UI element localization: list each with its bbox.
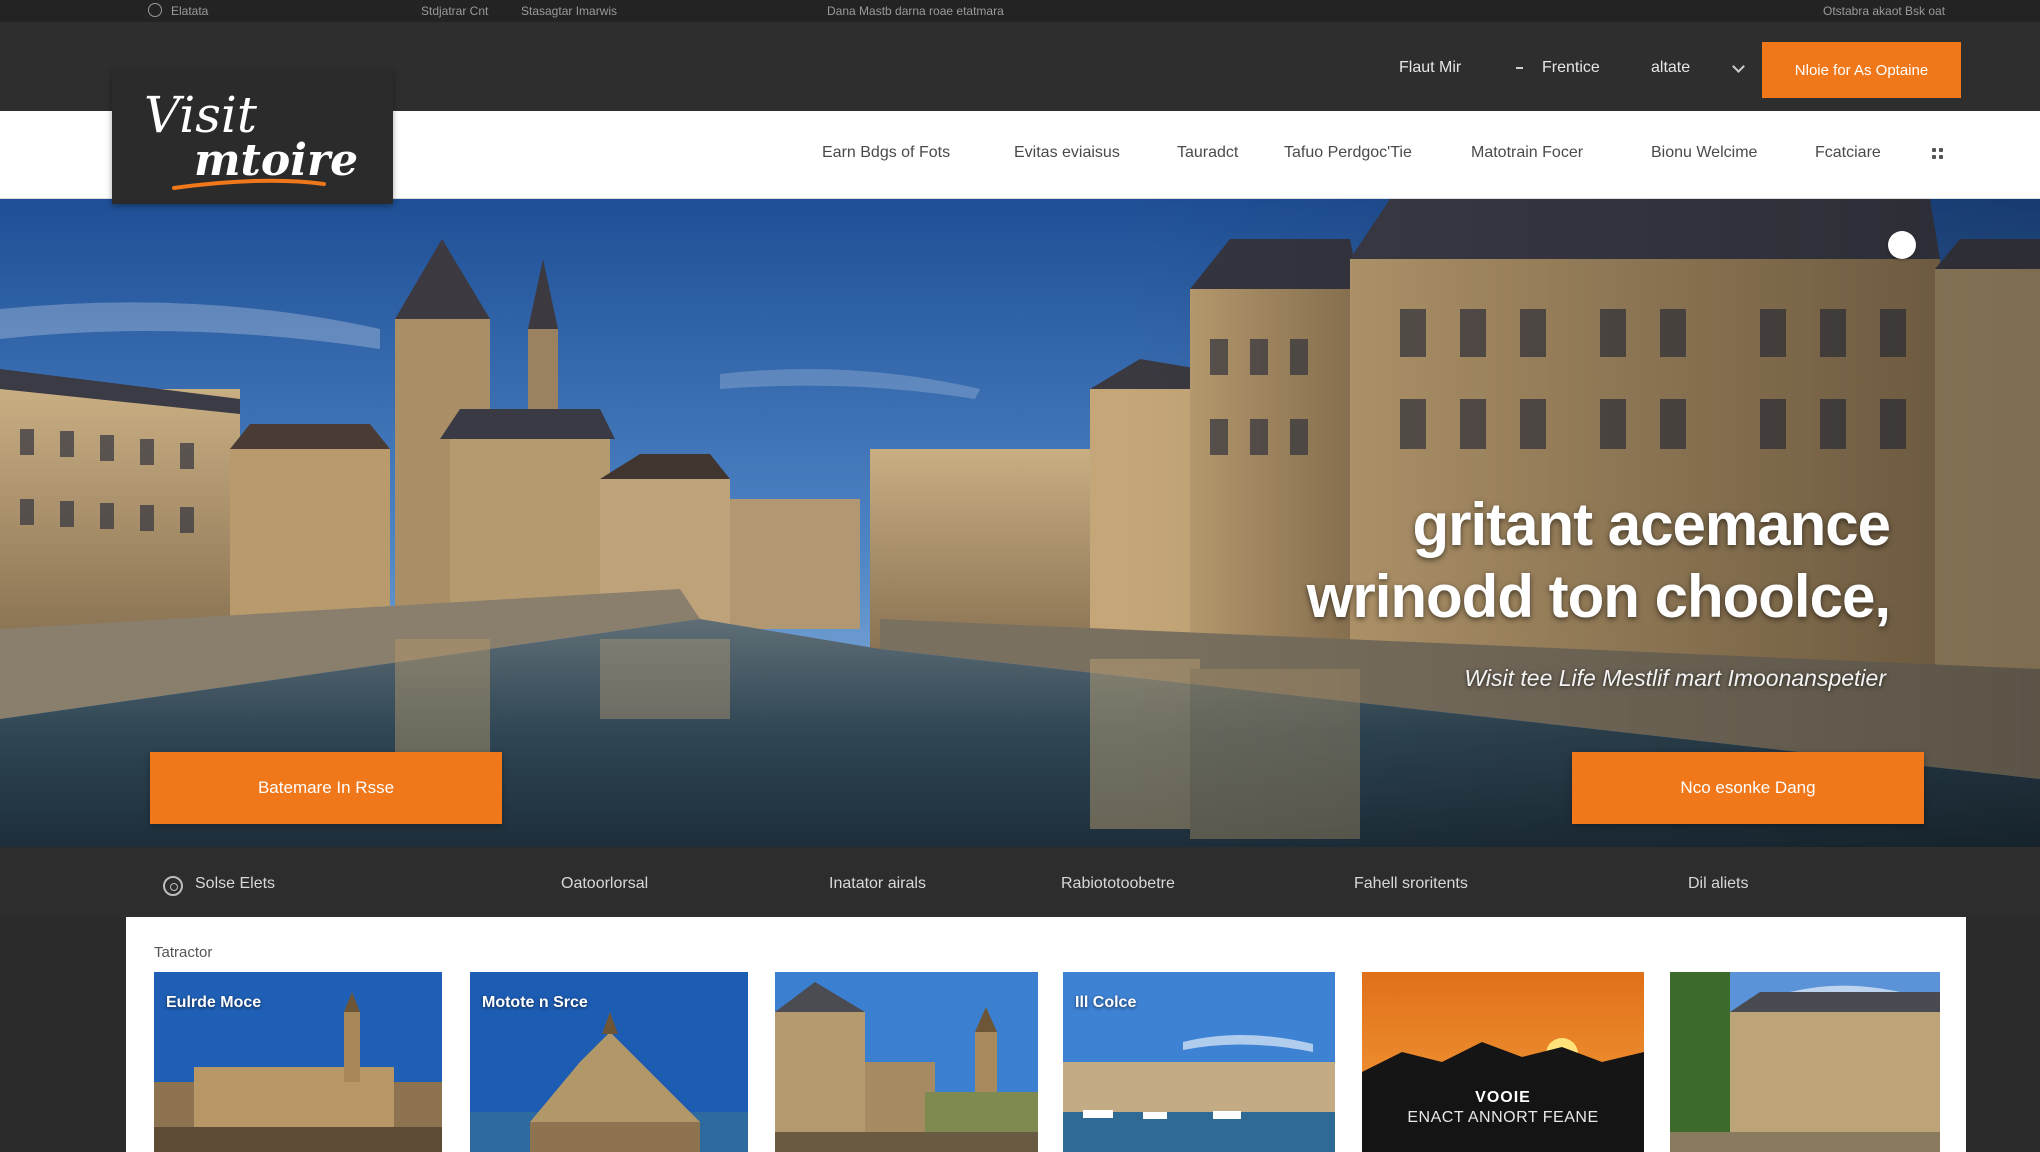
nav-item-1[interactable]: Earn Bdgs of Fots [822,144,950,162]
card-4-title: Ill Colce [1075,994,1137,1011]
utility-bar: Elatata Stdjatrar Cnt Stasagtar Imarwis … [0,0,2040,22]
logo-line2: mtoire [194,135,358,186]
hero-left-button[interactable]: Batemare In Rsse [150,752,502,824]
utility-center-text: Dana Mastb darna roae etatmara [827,4,1004,18]
site-logo[interactable]: Visit mtoire [112,70,393,204]
globe-icon[interactable] [148,3,162,17]
hero-headline: gritant acemance wrinodd ton choolce, [1306,489,1891,633]
nav-item-6[interactable]: Bionu Welcime [1651,144,1757,162]
category-item-3[interactable]: Inatator airals [829,875,926,893]
category-item-4[interactable]: Rabiototoobetre [1061,875,1175,893]
category-strip: Solse Elets Oatoorlorsal Inatator airals… [0,847,2040,917]
card-5[interactable]: VOOIE ENACT ANNORT FEANE [1362,972,1644,1152]
card-6[interactable] [1670,972,1940,1152]
hero-headline-line1: gritant acemance [1412,491,1891,558]
location-icon [163,876,183,896]
separator-icon [1516,67,1523,69]
utility-right-text[interactable]: Otstabra akaot Bsk oat [1823,4,1945,18]
hero-right-button[interactable]: Nco esonke Dang [1572,752,1924,824]
chevron-down-icon[interactable] [1732,60,1745,73]
nav-item-7[interactable]: Fcatciare [1815,144,1881,162]
nav-item-3[interactable]: Tauradct [1177,144,1238,162]
hero-headline-line2: wrinodd ton choolce, [1306,563,1891,630]
header-link-1[interactable]: Flaut Mir [1399,59,1461,77]
utility-link-1[interactable]: Stdjatrar Cnt [421,4,488,18]
header-link-2[interactable]: Frentice [1542,59,1600,77]
card-1-title: Eulrde Moce [166,994,262,1011]
grid-icon[interactable] [1932,148,1944,160]
card-5-overlay-line2: ENACT ANNORT FEANE [1407,1109,1599,1126]
nav-item-2[interactable]: Evitas eviaisus [1014,144,1120,162]
cards-panel: Tatractor Eulrde Moce Motote n Srce Ill … [126,917,1966,1152]
card-5-overlay-line1: VOOIE [1475,1089,1531,1106]
hero-banner: gritant acemance wrinodd ton choolce, Wi… [0,199,2040,847]
nav-item-5[interactable]: Matotrain Focer [1471,144,1583,162]
category-item-6[interactable]: Dil aliets [1688,875,1748,893]
card-2-title: Motote n Srce [482,994,588,1011]
hero-subtitle: Wisit tee Life Mestlif mart Imoonanspeti… [1464,665,1886,691]
utility-left-text[interactable]: Elatata [171,4,208,18]
category-item-1[interactable]: Solse Elets [195,875,275,893]
card-6-image [1670,972,1940,1152]
card-2[interactable]: Motote n Srce [470,972,748,1152]
nav-item-4[interactable]: Tafuo Perdgoc'Tie [1284,144,1412,162]
close-icon[interactable] [1888,231,1916,259]
card-4[interactable]: Ill Colce [1063,972,1335,1152]
category-item-5[interactable]: Fahell sroritents [1354,875,1468,893]
panel-label: Tatractor [154,944,213,961]
header-link-3[interactable]: altate [1651,59,1690,77]
category-item-2[interactable]: Oatoorlorsal [561,875,648,893]
logo-mark: Visit mtoire [144,86,358,190]
card-1[interactable]: Eulrde Moce [154,972,442,1152]
card-3[interactable] [775,972,1038,1152]
utility-link-2[interactable]: Stasagtar Imarwis [521,4,617,18]
card-3-image [775,972,1038,1152]
page-root: Elatata Stdjatrar Cnt Stasagtar Imarwis … [0,0,2040,1152]
header-cta-button[interactable]: Nloie for As Optaine [1762,42,1961,98]
